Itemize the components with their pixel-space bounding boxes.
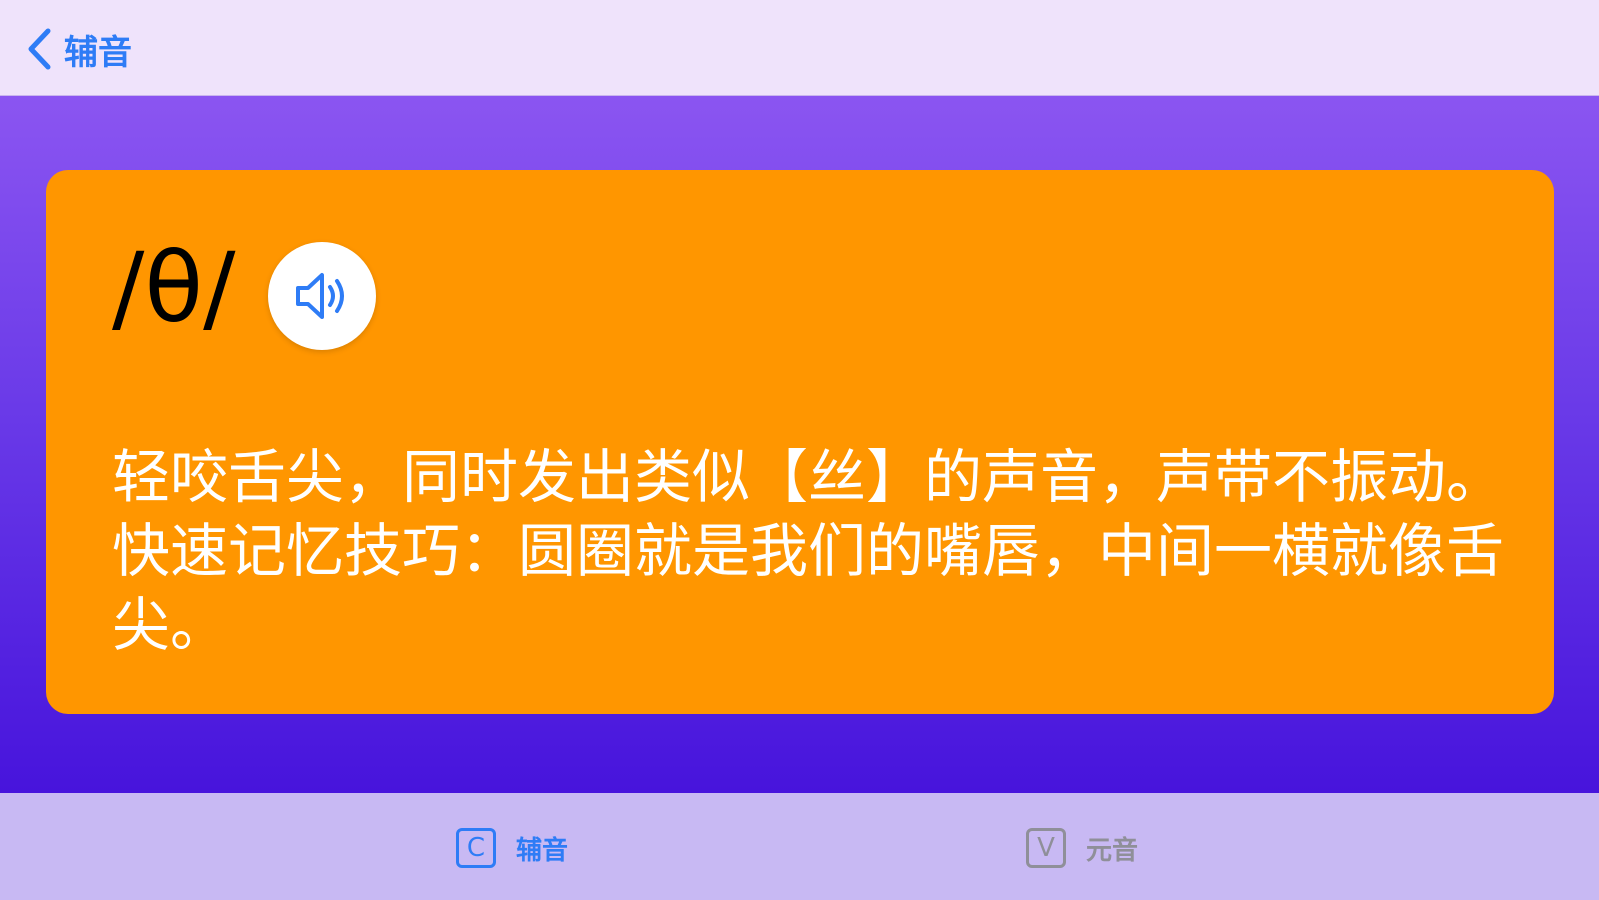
content-area: /θ/ 轻咬舌尖，同时发出类似【丝】的声音，声带不振动。快速记忆技巧：圆圈就是我… (0, 96, 1599, 793)
play-sound-button[interactable] (268, 242, 376, 350)
tab-vowel[interactable]: V 元音 (1026, 823, 1138, 873)
tab-vowel-label: 元音 (1086, 835, 1139, 866)
consonant-tab-icon: C (456, 828, 496, 868)
back-label: 辅音 (64, 32, 132, 73)
phonetic-symbol: /θ/ (112, 232, 236, 344)
navigation-bar: 辅音 (0, 0, 1599, 96)
chevron-left-icon (28, 28, 51, 70)
tab-consonant[interactable]: C 辅音 (456, 823, 568, 873)
speaker-icon (296, 273, 344, 319)
tab-consonant-label: 辅音 (516, 835, 569, 866)
phonetic-card: /θ/ 轻咬舌尖，同时发出类似【丝】的声音，声带不振动。快速记忆技巧：圆圈就是我… (46, 170, 1554, 714)
back-button[interactable]: 辅音 (26, 22, 132, 76)
pronunciation-description: 轻咬舌尖，同时发出类似【丝】的声音，声带不振动。快速记忆技巧：圆圈就是我们的嘴唇… (112, 443, 1505, 659)
vowel-tab-icon: V (1026, 828, 1066, 868)
tab-bar: C 辅音 V 元音 (0, 793, 1599, 900)
